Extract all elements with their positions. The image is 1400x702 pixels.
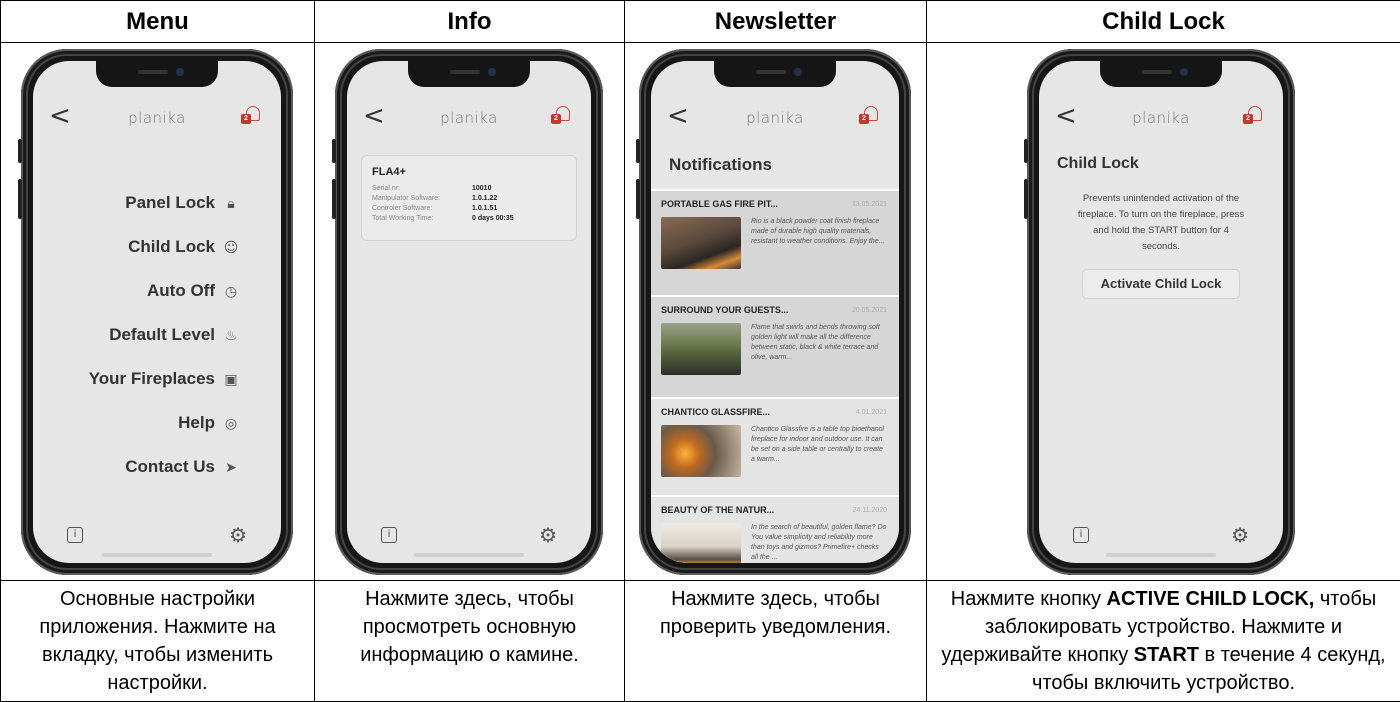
info-row: Manipulator Software: 1.0.1.22 [372,195,498,202]
phone-frame: < planika 2 Child Lock Prevents unintend… [1024,49,1295,575]
instruction-table: Menu Info Newsletter Child Lock < planik… [0,0,1400,702]
notification-thumbnail [661,523,741,563]
notification-thumbnail [661,425,741,477]
menu-item-label: Child Lock [128,237,215,256]
child-lock-phone-cell: < planika 2 Child Lock Prevents unintend… [926,42,1400,581]
app-header: < planika 2 [1039,99,1283,135]
info-icon[interactable]: i [67,527,83,543]
header-newsletter: Newsletter [624,0,927,43]
padlock-icon: 🔒︎ [227,196,235,212]
app-header: < planika 2 [651,99,899,135]
header-child-lock: Child Lock [926,0,1400,43]
notification-bell-icon[interactable]: 2 [551,105,573,127]
notification-badge: 2 [241,114,251,124]
caption-menu: Основные настройки приложения. Нажмите н… [0,580,315,702]
child-lock-description: Prevents unintended activation of the fi… [1077,193,1245,252]
activate-child-lock-button[interactable]: Activate Child Lock [1082,269,1240,299]
clock-icon: ◷ [224,284,238,300]
caption-child-lock: Нажмите кнопку ACTIVE CHILD LOCK, чтобы … [926,580,1400,702]
notification-date: 4.01.2021 [855,409,887,416]
phone-notch [714,61,836,87]
menu-item-help[interactable]: Help ◎ [178,413,241,433]
send-icon: ➤ [225,460,237,476]
menu-item-contact-us[interactable]: Contact Us ➤ [125,457,241,477]
phone-screen: < planika 2 Panel Lock 🔒︎ Child Lock ☺ Aut… [33,61,281,563]
phone-frame: < planika 2 Panel Lock 🔒︎ Child Lock ☺ Aut… [18,49,293,575]
menu-item-label: Default Level [109,325,215,344]
menu-item-panel-lock[interactable]: Panel Lock 🔒︎ [125,193,241,213]
notification-item[interactable]: BEAUTY OF THE NATUR... 24.11.2020 In the… [651,495,899,563]
notification-text: Chantico Glassfire is a table top bioeth… [751,426,885,463]
info-phone-cell: < planika 2 FLA4+ Serial nr: 10010 Manipu… [314,42,625,581]
info-row: Total Working Time: 0 days 00:35 [372,215,514,222]
menu-item-auto-off[interactable]: Auto Off ◷ [147,281,241,301]
notification-bell-icon[interactable]: 2 [241,105,263,127]
child-lock-icon: ☺ [223,240,239,256]
notification-text: In the search of beautiful, golden flame… [751,524,887,561]
notification-title: CHANTICO GLASSFIRE... [661,407,771,417]
caption-newsletter: Нажмите здесь, чтобы проверить уведомлен… [624,580,927,702]
caption-info: Нажмите здесь, чтобы просмотреть основну… [314,580,625,702]
menu-item-your-fireplaces[interactable]: Your Fireplaces ▣ [89,369,241,389]
menu-item-label: Panel Lock [125,193,215,212]
gear-icon[interactable]: ⚙ [229,523,247,547]
child-lock-title: Child Lock [1057,155,1139,172]
info-row: Controler Software: 1.0.1.51 [372,205,498,212]
phone-screen: < planika 2 Child Lock Prevents unintend… [1039,61,1283,563]
flame-icon: ♨ [224,328,238,344]
bottom-bar: i ⚙ [347,519,591,549]
home-indicator [414,553,524,557]
fireplace-icon: ▣ [224,372,238,388]
app-header: < planika 2 [33,99,281,135]
menu-phone-cell: < planika 2 Panel Lock 🔒︎ Child Lock ☺ Aut… [0,42,315,581]
notification-item[interactable]: CHANTICO GLASSFIRE... 4.01.2021 Chantico… [651,397,899,495]
menu-item-child-lock[interactable]: Child Lock ☺ [128,237,241,257]
menu-item-label: Your Fireplaces [88,369,215,388]
phone-frame: < planika 2 Notifications PORTABLE GAS F… [636,49,911,575]
notification-text: Rio is a black powder coat finish firepl… [751,218,885,245]
notification-badge: 2 [1243,114,1253,124]
info-icon[interactable]: i [381,527,397,543]
notification-thumbnail [661,323,741,375]
bottom-bar: i ⚙ [33,519,281,549]
home-indicator [1106,553,1216,557]
notification-date: 13.05.2021 [851,201,887,208]
phone-notch [1100,61,1222,87]
gear-icon[interactable]: ⚙ [539,523,557,547]
notification-item[interactable]: PORTABLE GAS FIRE PIT... 13.05.2021 Rio … [651,189,899,295]
menu-item-label: Contact Us [125,457,215,476]
newsletter-phone-cell: < planika 2 Notifications PORTABLE GAS F… [624,42,927,581]
home-indicator [102,553,212,557]
notification-bell-icon[interactable]: 2 [859,105,881,127]
device-info-card: FLA4+ Serial nr: 10010 Manipulator Softwa… [361,155,577,241]
phone-frame: < planika 2 FLA4+ Serial nr: 10010 Manipu… [332,49,603,575]
phone-screen: < planika 2 FLA4+ Serial nr: 10010 Manipu… [347,61,591,563]
notification-date: 20.05.2021 [851,307,887,314]
app-header: < planika 2 [347,99,591,135]
notifications-title: Notifications [669,155,772,174]
notification-badge: 2 [551,114,561,124]
notification-thumbnail [661,217,741,269]
device-name: FLA4+ [372,166,406,178]
menu-item-default-level[interactable]: Default Level ♨ [109,325,241,345]
info-row: Serial nr: 10010 [372,185,492,192]
phone-screen: < planika 2 Notifications PORTABLE GAS F… [651,61,899,563]
lifebuoy-icon: ◎ [224,416,238,432]
header-info: Info [314,0,625,43]
notification-bell-icon[interactable]: 2 [1243,105,1265,127]
phone-notch [408,61,530,87]
notification-item[interactable]: SURROUND YOUR GUESTS... 20.05.2021 Flame… [651,295,899,397]
phone-notch [96,61,218,87]
menu-item-label: Help [178,413,215,432]
gear-icon[interactable]: ⚙ [1231,523,1249,547]
bottom-bar: i ⚙ [1039,519,1283,549]
menu-item-label: Auto Off [147,281,215,300]
header-menu: Menu [0,0,315,43]
info-icon[interactable]: i [1073,527,1089,543]
notification-date: 24.11.2020 [852,507,887,514]
notification-badge: 2 [859,114,869,124]
notification-text: Flame that swirls and bends throwing sof… [751,324,880,361]
